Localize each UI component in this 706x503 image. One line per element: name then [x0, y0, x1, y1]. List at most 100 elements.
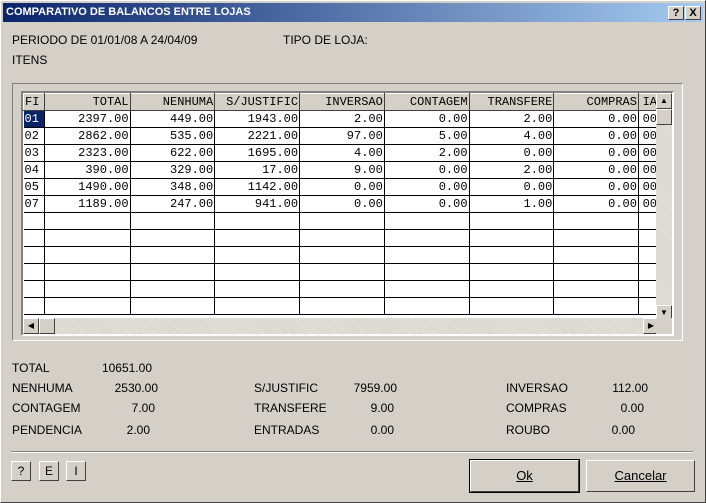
cancel-button[interactable]: Cancelar [586, 460, 695, 492]
table-cell[interactable]: 390.00 [44, 161, 131, 179]
table-cell[interactable]: 0.00 [553, 178, 639, 196]
table-cell[interactable]: 03 [23, 144, 45, 162]
inversao-label: INVERSAO [506, 381, 569, 395]
ok-button[interactable]: Ok [469, 459, 580, 493]
table-cell[interactable]: 0.00 [384, 110, 470, 128]
table-cell[interactable]: 247.00 [130, 195, 216, 213]
ok-button-label: Ok [516, 468, 533, 483]
table-cell[interactable]: 2.00 [384, 144, 470, 162]
store-type-label: TIPO DE LOJA: [283, 33, 368, 47]
table-cell[interactable]: 0.00 [469, 144, 555, 162]
inversao-value: 112.00 [612, 381, 648, 395]
column-header-s-justific[interactable]: S/JUSTIFIC [214, 93, 301, 111]
table-row[interactable]: 07 1189.00 247.00 941.00 0.00 0.00 1.00 0.00 00 [23, 195, 659, 213]
table-cell[interactable]: 0.00 [553, 110, 639, 128]
table-cell[interactable]: 97.00 [299, 127, 385, 145]
table-cell[interactable]: 0.00 [299, 195, 385, 213]
table-cell[interactable]: 622.00 [130, 144, 216, 162]
table-cell[interactable]: 2.00 [469, 161, 555, 179]
column-header-fi[interactable]: FI [23, 93, 45, 111]
table-cell[interactable]: 0.00 [384, 178, 470, 196]
table-cell[interactable]: 5.00 [384, 127, 470, 145]
title-bar[interactable]: COMPARATIVO DE BALANCOS ENTRE LOJAS ? X [3, 3, 703, 22]
table-cell[interactable]: 941.00 [214, 195, 301, 213]
table-cell[interactable]: 449.00 [130, 110, 216, 128]
table-cell[interactable]: 329.00 [130, 161, 216, 179]
compras-value: 0.00 [620, 401, 644, 415]
horizontal-scroll-thumb[interactable] [39, 318, 55, 334]
help-title-button[interactable]: ? [668, 6, 684, 20]
contagem-value: 7.00 [131, 401, 155, 415]
table-cell[interactable]: 1189.00 [44, 195, 131, 213]
table-cell[interactable]: 17.00 [214, 161, 301, 179]
table-cell[interactable]: 0.00 [469, 178, 555, 196]
compras-label: COMPRAS [506, 401, 567, 415]
contagem-label: CONTAGEM [12, 401, 81, 415]
table-cell[interactable]: 9.00 [299, 161, 385, 179]
roubo-label: ROUBO [506, 423, 551, 437]
table-cell[interactable]: 0.00 [553, 144, 639, 162]
table-cell[interactable]: 0.00 [553, 127, 639, 145]
table-row[interactable]: 03 2323.00 622.00 1695.00 4.00 2.00 0.00 0.00 00 [23, 144, 659, 162]
entradas-label: ENTRADAS [254, 423, 320, 437]
scroll-up-icon[interactable]: ▲ [656, 93, 672, 109]
table-cell[interactable]: 2323.00 [44, 144, 131, 162]
table-row[interactable]: 02 2862.00 535.00 2221.00 97.00 5.00 4.00 0.00 0… [23, 127, 659, 145]
table-cell[interactable]: 2862.00 [44, 127, 131, 145]
column-header-compras[interactable]: COMPRAS [553, 93, 639, 111]
close-button[interactable]: X [685, 6, 701, 20]
column-header-transfere[interactable]: TRANSFERE [468, 93, 555, 111]
vertical-scrollbar[interactable]: ▲ ▼ [656, 93, 672, 321]
dialog-window: COMPARATIVO DE BALANCOS ENTRE LOJAS ? X … [0, 0, 706, 503]
nenhuma-label: NENHUMA [12, 381, 73, 395]
table-row[interactable]: 05 1490.00 348.00 1142.00 0.00 0.00 0.00 0.00 00 [23, 178, 659, 196]
table-row[interactable]: 01 2397.00 449.00 1943.00 2.00 0.00 2.00 0.00 00 [23, 110, 659, 128]
table-cell[interactable]: 1490.00 [44, 178, 131, 196]
table-cell[interactable]: 0.00 [384, 195, 470, 213]
vertical-scroll-thumb[interactable] [656, 109, 672, 125]
table-cell[interactable]: 04 [23, 161, 45, 179]
table-cell[interactable]: 01 [23, 110, 45, 128]
scroll-left-icon[interactable]: ◀ [23, 318, 39, 334]
sjustific-label: S/JUSTIFIC [254, 381, 319, 395]
table-cell[interactable]: 1.00 [469, 195, 555, 213]
table-cell[interactable]: 0.00 [384, 161, 470, 179]
column-header-nenhuma[interactable]: NENHUMA [129, 93, 216, 111]
transfere-label: TRANSFERE [254, 401, 327, 415]
e-button[interactable]: E [39, 461, 59, 481]
data-table: FI TOTAL NENHUMA S/JUSTIFIC INVERSAO CONTAGEM… [23, 93, 659, 315]
pendencia-value: 2.00 [126, 423, 150, 437]
table-row[interactable]: 04 390.00 329.00 17.00 9.00 0.00 2.00 0.00 00 [23, 161, 659, 179]
separator-line [11, 451, 693, 453]
table-cell[interactable]: 07 [23, 195, 45, 213]
items-label: ITENS [12, 53, 48, 67]
cancel-button-label: Cancelar [614, 468, 667, 483]
table-cell[interactable]: 2221.00 [214, 127, 301, 145]
pendencia-label: PENDENCIA [12, 423, 83, 437]
table-cell[interactable]: 4.00 [469, 127, 555, 145]
table-cell[interactable]: 4.00 [299, 144, 385, 162]
table-cell[interactable]: 2.00 [469, 110, 555, 128]
table-cell[interactable]: 0.00 [553, 161, 639, 179]
table-cell[interactable]: 2.00 [299, 110, 385, 128]
table-cell[interactable]: 535.00 [130, 127, 216, 145]
table-cell[interactable]: 02 [23, 127, 45, 145]
roubo-value: 0.00 [611, 423, 635, 437]
column-header-inversao[interactable]: INVERSAO [299, 93, 385, 111]
table-cell[interactable]: 0.00 [553, 195, 639, 213]
scrollbar-corner [656, 318, 672, 334]
table-cell[interactable]: 1695.00 [214, 144, 301, 162]
table-cell[interactable]: 0.00 [299, 178, 385, 196]
horizontal-scrollbar[interactable]: ◀ ▶ [23, 318, 659, 334]
column-header-total[interactable]: TOTAL [43, 93, 131, 111]
nenhuma-value: 2530.00 [114, 381, 158, 395]
column-header-contagem[interactable]: CONTAGEM [383, 93, 470, 111]
data-grid[interactable]: FI TOTAL NENHUMA S/JUSTIFIC INVERSAO CONTAGEM… [21, 91, 674, 336]
table-cell[interactable]: 1142.00 [214, 178, 301, 196]
i-button[interactable]: I [66, 461, 86, 481]
table-cell[interactable]: 2397.00 [44, 110, 131, 128]
table-cell[interactable]: 348.00 [130, 178, 216, 196]
help-button[interactable]: ? [11, 461, 31, 481]
table-cell[interactable]: 05 [23, 178, 45, 196]
table-cell[interactable]: 1943.00 [214, 110, 301, 128]
